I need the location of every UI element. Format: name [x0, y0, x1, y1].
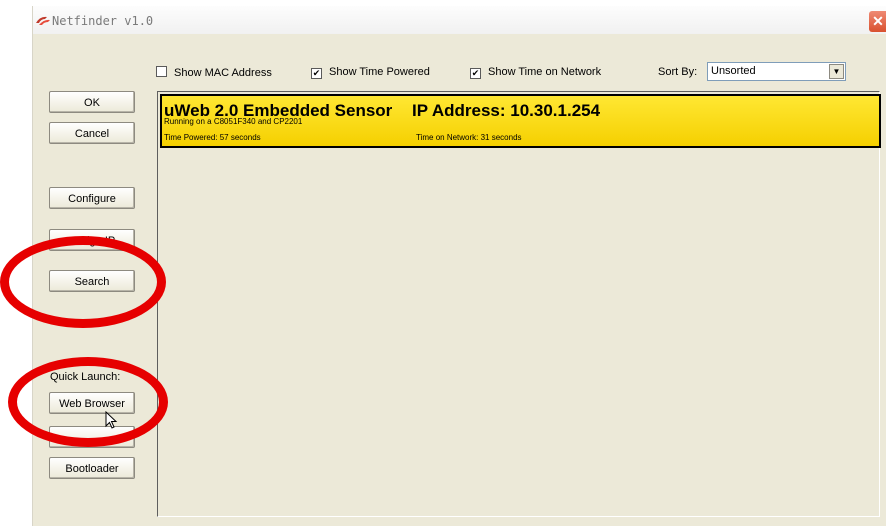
bootloader-button[interactable]: Bootloader: [49, 457, 135, 479]
device-subtitle: Running on a C8051F340 and CP2201: [164, 117, 303, 126]
highlight-ring-web-browser: [8, 357, 168, 447]
checkbox-box[interactable]: [156, 66, 167, 77]
sort-by-select[interactable]: Unsorted ▼: [707, 62, 846, 81]
chevron-down-icon[interactable]: ▼: [829, 64, 844, 79]
sort-by-label: Sort By:: [658, 66, 698, 78]
checkbox-box[interactable]: ✔: [311, 68, 322, 79]
device-card[interactable]: uWeb 2.0 Embedded Sensor IP Address: 10.…: [160, 94, 881, 148]
show-mac-checkbox[interactable]: Show MAC Address: [156, 66, 272, 79]
checkbox-label: Show MAC Address: [174, 67, 272, 79]
checkbox-label: Show Time on Network: [488, 66, 602, 78]
show-time-network-checkbox[interactable]: ✔ Show Time on Network: [470, 66, 601, 79]
ok-button[interactable]: OK: [49, 91, 135, 113]
sort-by-value: Unsorted: [711, 65, 756, 77]
window-title: Netfinder v1.0: [52, 14, 154, 28]
checkbox-box[interactable]: ✔: [470, 68, 481, 79]
device-ip: IP Address: 10.30.1.254: [412, 101, 601, 120]
device-time-network: Time on Network: 31 seconds: [416, 133, 522, 142]
checkbox-label: Show Time Powered: [329, 66, 430, 78]
title-bar[interactable]: Netfinder v1.0 ✕: [33, 6, 886, 34]
highlight-ring-search: [0, 236, 166, 328]
app-logo-icon: [36, 16, 50, 25]
close-icon[interactable]: ✕: [869, 11, 886, 32]
show-time-powered-checkbox[interactable]: ✔ Show Time Powered: [311, 66, 430, 79]
device-list[interactable]: uWeb 2.0 Embedded Sensor IP Address: 10.…: [157, 91, 881, 517]
device-time-powered: Time Powered: 57 seconds: [164, 133, 261, 142]
configure-button[interactable]: Configure: [49, 187, 135, 209]
cancel-button[interactable]: Cancel: [49, 122, 135, 144]
mouse-cursor-icon: [105, 411, 118, 429]
